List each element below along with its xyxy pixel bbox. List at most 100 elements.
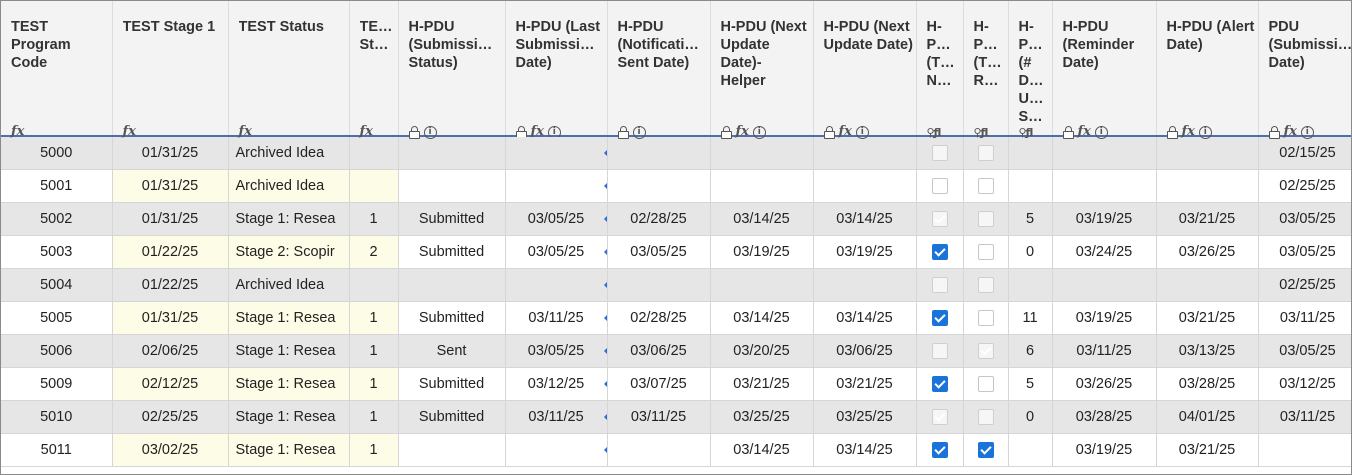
cell-st[interactable]: 1 [349, 400, 399, 434]
cell-days[interactable] [1008, 268, 1053, 302]
cell-notif[interactable]: 02/28/25 [607, 202, 711, 236]
resize-handle-icon[interactable] [603, 414, 606, 420]
cell-st[interactable] [349, 136, 399, 170]
resize-handle-icon[interactable] [603, 249, 606, 255]
resize-handle-icon[interactable] [603, 216, 606, 222]
cell-next[interactable]: 03/25/25 [813, 400, 917, 434]
cell-reminder[interactable] [1052, 169, 1157, 203]
cell-st[interactable]: 1 [349, 202, 399, 236]
cell-st[interactable] [349, 169, 399, 203]
column-header[interactable]: TEST Program Code fx [1, 1, 113, 138]
cell-alert[interactable] [1156, 169, 1259, 203]
cell-cb2[interactable] [963, 268, 1009, 302]
cell-cb1[interactable] [916, 367, 964, 401]
cell-stage1[interactable]: 01/31/25 [112, 301, 229, 335]
cell-cb1[interactable] [916, 334, 964, 368]
cell-next[interactable] [813, 268, 917, 302]
cell-days[interactable]: 5 [1008, 367, 1053, 401]
column-header[interactable]: H-PDU (Next Update Date) fx i [813, 1, 917, 139]
column-header[interactable]: PDU (Submissi… Date) fx i [1258, 1, 1351, 139]
cell-last-sub[interactable]: 03/11/25 [505, 301, 608, 335]
cell-alert[interactable]: 03/28/25 [1156, 367, 1259, 401]
cell-st[interactable]: 1 [349, 334, 399, 368]
cell-next[interactable]: 03/06/25 [813, 334, 917, 368]
cell-status[interactable]: Stage 1: Resea [228, 433, 350, 467]
cell-alert[interactable] [1156, 268, 1259, 302]
cell-next-helper[interactable]: 03/14/25 [710, 433, 814, 467]
row-checkbox[interactable] [977, 376, 994, 393]
cell-next[interactable]: 03/14/25 [813, 433, 917, 467]
cell-next[interactable] [813, 136, 917, 170]
cell-cb2[interactable] [963, 433, 1009, 467]
cell-reminder[interactable] [1052, 268, 1157, 302]
column-header[interactable]: H-PDU (Reminder Date) fx i [1052, 1, 1157, 139]
cell-code[interactable]: 5011 [1, 433, 113, 467]
cell-days[interactable]: 6 [1008, 334, 1053, 368]
cell-cb2[interactable] [963, 301, 1009, 335]
cell-sub-status[interactable]: Submitted [398, 301, 506, 335]
cell-last-sub[interactable] [505, 268, 608, 302]
cell-code[interactable]: 5003 [1, 235, 113, 269]
row-checkbox[interactable] [977, 409, 994, 426]
cell-code[interactable]: 5000 [1, 136, 113, 170]
cell-status[interactable]: Archived Idea [228, 136, 350, 170]
cell-alert[interactable] [1156, 136, 1259, 170]
cell-last-sub[interactable] [505, 169, 608, 203]
cell-notif[interactable] [607, 268, 711, 302]
cell-last-sub[interactable] [505, 433, 608, 467]
cell-pdu-sub[interactable] [1258, 433, 1351, 467]
cell-status[interactable]: Stage 1: Resea [228, 334, 350, 368]
cell-code[interactable]: 5005 [1, 301, 113, 335]
cell-cb2[interactable] [963, 169, 1009, 203]
row-checkbox[interactable] [977, 211, 994, 228]
cell-cb1[interactable] [916, 400, 964, 434]
table-row[interactable]: 5005 01/31/25 Stage 1: Resea 1 Submitted 03/1… [1, 301, 1351, 335]
cell-reminder[interactable] [1052, 136, 1157, 170]
cell-notif[interactable]: 03/11/25 [607, 400, 711, 434]
cell-reminder[interactable]: 03/28/25 [1052, 400, 1157, 434]
row-checkbox[interactable] [977, 145, 994, 162]
cell-days[interactable] [1008, 169, 1053, 203]
cell-cb1[interactable] [916, 433, 964, 467]
table-row[interactable]: 5006 02/06/25 Stage 1: Resea 1 Sent 03/05/25 0… [1, 334, 1351, 368]
cell-reminder[interactable]: 03/24/25 [1052, 235, 1157, 269]
cell-next-helper[interactable]: 03/19/25 [710, 235, 814, 269]
row-checkbox[interactable] [977, 310, 994, 327]
cell-cb2[interactable] [963, 235, 1009, 269]
cell-next-helper[interactable]: 03/14/25 [710, 202, 814, 236]
cell-pdu-sub[interactable]: 02/15/25 [1258, 136, 1351, 170]
cell-sub-status[interactable] [398, 268, 506, 302]
cell-cb1[interactable] [916, 268, 964, 302]
cell-pdu-sub[interactable]: 03/05/25 [1258, 334, 1351, 368]
column-header[interactable]: H- P… (T… R… ⚲ƒI [963, 1, 1009, 139]
column-header[interactable]: TEST Stage 1 fx [112, 1, 229, 138]
cell-days[interactable]: 11 [1008, 301, 1053, 335]
row-checkbox[interactable] [931, 145, 948, 162]
cell-sub-status[interactable]: Submitted [398, 235, 506, 269]
cell-reminder[interactable]: 03/26/25 [1052, 367, 1157, 401]
cell-code[interactable]: 5010 [1, 400, 113, 434]
cell-status[interactable]: Archived Idea [228, 169, 350, 203]
cell-st[interactable] [349, 268, 399, 302]
cell-reminder[interactable]: 03/19/25 [1052, 202, 1157, 236]
cell-days[interactable] [1008, 433, 1053, 467]
cell-stage1[interactable]: 01/22/25 [112, 235, 229, 269]
cell-last-sub[interactable]: 03/11/25 [505, 400, 608, 434]
row-checkbox[interactable] [931, 178, 948, 195]
cell-next-helper[interactable]: 03/20/25 [710, 334, 814, 368]
table-row[interactable]: 5010 02/25/25 Stage 1: Resea 1 Submitted 03/1… [1, 400, 1351, 434]
cell-pdu-sub[interactable]: 03/12/25 [1258, 367, 1351, 401]
cell-next[interactable]: 03/19/25 [813, 235, 917, 269]
row-checkbox[interactable] [931, 244, 948, 261]
cell-reminder[interactable]: 03/19/25 [1052, 433, 1157, 467]
cell-stage1[interactable]: 02/06/25 [112, 334, 229, 368]
cell-pdu-sub[interactable]: 03/11/25 [1258, 301, 1351, 335]
cell-code[interactable]: 5002 [1, 202, 113, 236]
cell-next-helper[interactable] [710, 169, 814, 203]
column-header[interactable]: H-PDU (Submissi… Status) i [398, 1, 506, 139]
table-row[interactable]: 5009 02/12/25 Stage 1: Resea 1 Submitted 03/1… [1, 367, 1351, 401]
cell-alert[interactable]: 03/13/25 [1156, 334, 1259, 368]
cell-reminder[interactable]: 03/19/25 [1052, 301, 1157, 335]
cell-next-helper[interactable]: 03/25/25 [710, 400, 814, 434]
cell-notif[interactable] [607, 136, 711, 170]
